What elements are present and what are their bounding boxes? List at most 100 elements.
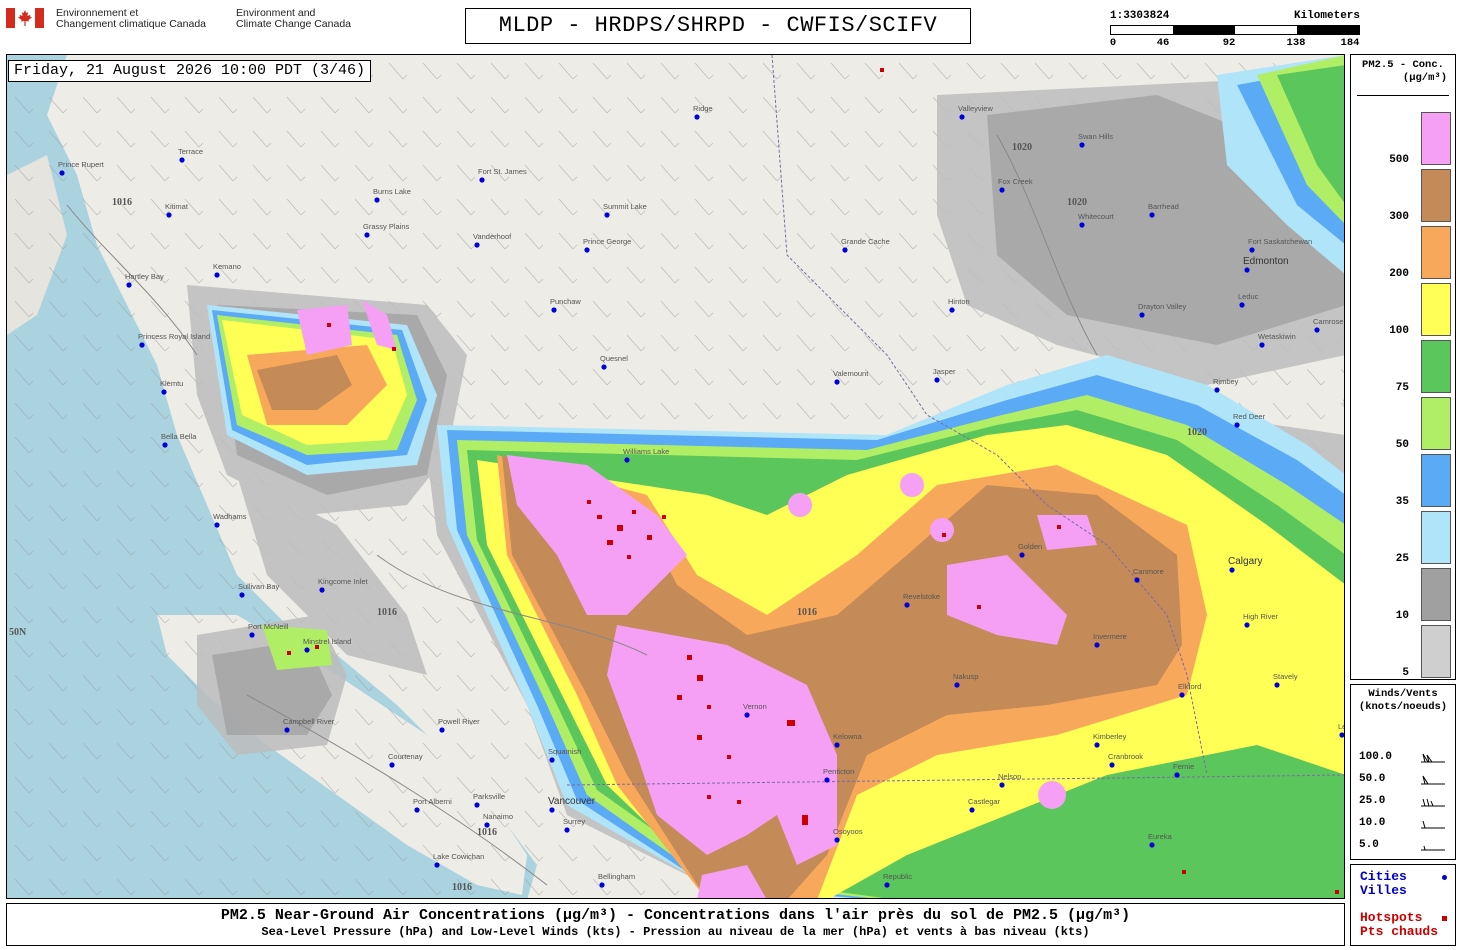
latitude-label: 50N — [9, 627, 27, 638]
city-dot-icon — [604, 212, 610, 218]
city-label: Drayton Valley — [1138, 302, 1186, 311]
scale-ratio: 1:3303824 — [1110, 10, 1170, 22]
city-label: Valleyview — [958, 104, 993, 113]
city-dot-icon — [969, 807, 975, 813]
cities-legend-label: Cities Villes — [1360, 869, 1407, 898]
city-dot-icon — [374, 197, 380, 203]
city-label: Revelstoke — [903, 592, 940, 601]
scale-unit: Kilometers — [1293, 10, 1360, 22]
city-dot-icon — [1149, 842, 1155, 848]
city-dot-icon — [1134, 577, 1140, 583]
city-dot-icon — [1442, 875, 1447, 880]
isobar-label: 1016 — [112, 197, 132, 208]
city-label: Calgary — [1228, 556, 1262, 567]
map-title: MLDP - HRDPS/SHRPD - CWFIS/SCIFV — [465, 8, 971, 44]
city-dot-icon — [1234, 422, 1240, 428]
city-dot-icon — [564, 827, 570, 833]
city-label: Kemano — [213, 262, 241, 271]
wind-speed-label: 50.0 — [1359, 773, 1386, 785]
city-label: Kitimat — [165, 202, 189, 211]
city-label: Rimbey — [1213, 377, 1239, 386]
city-label: Penticton — [823, 767, 854, 776]
city-dot-icon — [694, 114, 700, 120]
city-dot-icon — [161, 389, 167, 395]
city-label: Omak — [823, 897, 843, 899]
city-dot-icon — [1229, 567, 1235, 573]
city-dot-icon — [1259, 342, 1265, 348]
city-label: Courtenay — [388, 752, 423, 761]
city-label: Lethbridge — [1338, 722, 1345, 731]
legend-swatch — [1421, 397, 1451, 450]
city-label: Valemount — [833, 369, 869, 378]
city-dot-icon — [1179, 692, 1185, 698]
city-label: Princess Royal Island — [138, 332, 210, 341]
wind-barb-icon — [1421, 775, 1445, 785]
legend-bin-label: 35 — [1395, 496, 1409, 508]
scale-tick: 138 — [1286, 37, 1306, 49]
city-dot-icon — [1139, 312, 1145, 318]
city-dot-icon — [139, 342, 145, 348]
legend-swatch — [1421, 169, 1451, 222]
city-marker[interactable]: Omak — [823, 897, 843, 899]
city-label: Bellingham — [598, 872, 635, 881]
wind-legend: Winds/Vents (knots/noeuds) 100.0 50.0 25.0 1… — [1350, 684, 1456, 860]
city-dot-icon — [249, 632, 255, 638]
city-label: Summit Lake — [603, 202, 647, 211]
city-label: Wadhams — [213, 512, 247, 521]
scale-tick: 92 — [1222, 37, 1236, 49]
city-dot-icon — [842, 247, 848, 253]
city-label: Nanaimo — [483, 812, 513, 821]
city-label: Prince George — [583, 237, 631, 246]
government-logo: Environnement et Changement climatique Ca… — [6, 8, 351, 30]
concentration-map[interactable]: 1016 1016 1020 1020 1020 1016 1016 1016 … — [6, 54, 1345, 899]
wind-barb-icon — [1421, 798, 1445, 807]
legend-bin-label: 300 — [1389, 211, 1409, 223]
legend-bin-label: 200 — [1389, 268, 1409, 280]
city-dot-icon — [1344, 407, 1345, 412]
city-dot-icon — [239, 592, 245, 598]
city-dot-icon — [999, 187, 1005, 193]
city-label: Red Deer — [1233, 412, 1266, 421]
city-dot-icon — [304, 647, 310, 653]
city-label: Nakusp — [953, 672, 978, 681]
legend-swatch — [1421, 454, 1451, 507]
isobar-label: 1016 — [452, 882, 472, 893]
scale-ticks: 0 46 92 138 184 — [1110, 37, 1360, 49]
city-label: Lake Cowichan — [433, 852, 484, 861]
map-caption: PM2.5 Near-Ground Air Concentrations (µg… — [6, 903, 1345, 946]
city-dot-icon — [474, 802, 480, 808]
city-label: Port McNeill — [248, 622, 289, 631]
city-label: Kelowna — [833, 732, 863, 741]
city-dot-icon — [214, 272, 220, 278]
city-label: Klemtu — [160, 379, 183, 388]
scale-bar-graphic — [1110, 25, 1360, 35]
city-dot-icon — [1149, 212, 1155, 218]
city-label: Invermere — [1093, 632, 1127, 641]
city-label: Punchaw — [550, 297, 581, 306]
legend-swatch — [1421, 340, 1451, 393]
city-dot-icon — [1109, 762, 1115, 768]
city-label: Leduc — [1238, 292, 1259, 301]
city-dot-icon — [824, 777, 830, 783]
legend-swatch — [1421, 226, 1451, 279]
city-dot-icon — [584, 247, 590, 253]
city-dot-icon — [601, 364, 607, 370]
city-dot-icon — [1079, 142, 1085, 148]
city-dot-icon — [744, 712, 750, 718]
hotspots-legend-label: Hotspots Pts chauds — [1360, 910, 1439, 939]
city-label: Quesnel — [600, 354, 628, 363]
city-dot-icon — [214, 522, 220, 528]
isobar-label: 1020 — [1067, 197, 1087, 208]
city-label: Port Alberni — [413, 797, 452, 806]
city-dot-icon — [284, 727, 290, 733]
city-dot-icon — [1314, 327, 1320, 333]
caption-line-2: Sea-Level Pressure (hPa) and Low-Level W… — [261, 925, 1090, 939]
city-dot-icon — [59, 170, 65, 176]
city-dot-icon — [434, 862, 440, 868]
city-dot-icon — [599, 882, 605, 888]
city-dot-icon — [474, 242, 480, 248]
city-label: Swan Hills — [1078, 132, 1113, 141]
city-dot-icon — [834, 379, 840, 385]
legend-bin-label: 50 — [1395, 439, 1409, 451]
isobar-label: 1020 — [1012, 142, 1032, 153]
